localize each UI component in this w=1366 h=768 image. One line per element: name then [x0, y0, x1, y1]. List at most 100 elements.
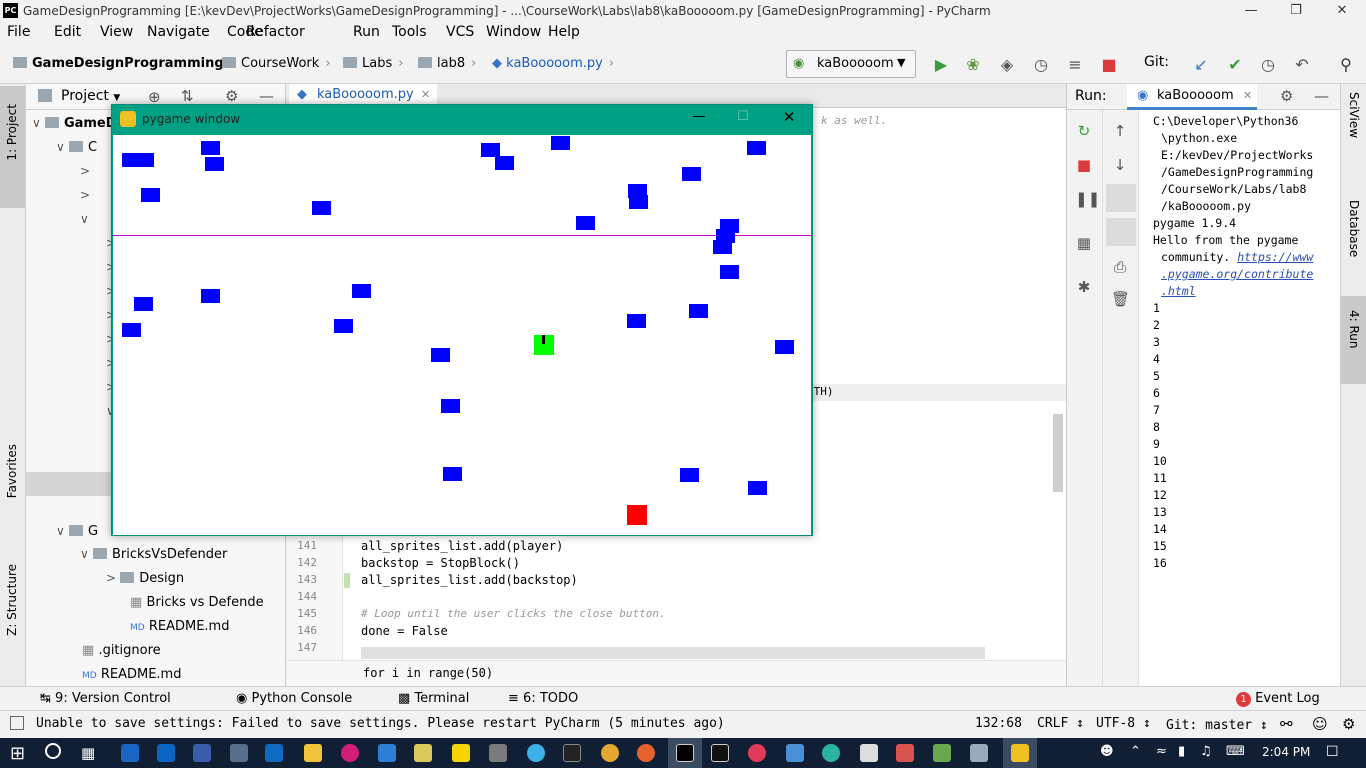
coverage-icon[interactable]: ◈	[998, 56, 1016, 74]
project-tool-tab[interactable]: 1: Project	[0, 86, 25, 208]
app-icon[interactable]	[193, 744, 211, 762]
hide-icon[interactable]: —	[1314, 87, 1329, 105]
git-rollback-icon[interactable]: ↶	[1293, 56, 1311, 74]
status-panel-icon[interactable]	[10, 716, 24, 730]
hide-icon[interactable]: —	[259, 87, 274, 105]
tree-item-readme-inner[interactable]: MD README.md	[130, 619, 229, 634]
tree-item-design[interactable]: > Design	[106, 571, 184, 586]
contribute-link[interactable]: https://www	[1237, 250, 1313, 264]
contribute-link[interactable]: .html	[1161, 284, 1196, 298]
menu-edit[interactable]: Edit	[54, 24, 81, 40]
calculator-icon[interactable]	[489, 744, 507, 762]
menu-tools[interactable]: Tools	[392, 24, 427, 40]
breadcrumb-coursework[interactable]: CourseWork ›	[222, 56, 331, 71]
menu-vcs[interactable]: VCS	[446, 24, 474, 40]
volume-icon[interactable]: ♫	[1200, 744, 1212, 759]
people-icon[interactable]: ☻	[1100, 744, 1114, 759]
run-configuration-select[interactable]: ◉ kaBooooom ▼	[786, 50, 916, 78]
pin-icon[interactable]: ✱	[1075, 278, 1093, 296]
pygame-close-button[interactable]: ✕	[774, 108, 804, 126]
restore-button[interactable]: ❐	[1273, 0, 1319, 22]
git-history-icon[interactable]: ◷	[1259, 56, 1277, 74]
outlook-icon[interactable]	[265, 744, 283, 762]
cmd-icon[interactable]	[563, 744, 581, 762]
app-icon[interactable]	[933, 744, 951, 762]
chevron-up-icon[interactable]: ⌃	[1130, 744, 1141, 759]
event-log-tab[interactable]: 1 Event Log	[1236, 691, 1320, 707]
gear-icon[interactable]: ⚙	[1280, 87, 1293, 105]
concurrency-icon[interactable]: ≡	[1066, 56, 1084, 74]
caret-position[interactable]: 132:68	[975, 716, 1022, 731]
git-commit-icon[interactable]: ✔	[1226, 56, 1244, 74]
menu-window[interactable]: Window	[486, 24, 541, 40]
pygame-minimize-button[interactable]: —	[684, 109, 714, 124]
scroll-to-end-icon[interactable]	[1106, 218, 1136, 246]
app-icon[interactable]	[121, 744, 139, 762]
run-tool-tab[interactable]: 4: Run	[1341, 296, 1366, 384]
contribute-link[interactable]: .pygame.org/contribute	[1161, 267, 1313, 281]
firefox-icon[interactable]	[637, 744, 655, 762]
git-update-icon[interactable]: ↙	[1192, 56, 1210, 74]
menu-file[interactable]: File	[7, 24, 30, 40]
breadcrumb-project[interactable]: GameDesignProgramming›	[13, 56, 235, 71]
gear-icon[interactable]: ⚙	[225, 87, 238, 105]
project-dropdown[interactable]: Project ▼	[61, 88, 120, 104]
python-console-tab[interactable]: ◉ Python Console	[236, 691, 352, 706]
breadcrumb-file[interactable]: ◆ kaBooooom.py ›	[492, 56, 614, 71]
pygame-window[interactable]: pygame window — ☐ ✕	[111, 104, 813, 536]
arrow-up-icon[interactable]: ↑	[1111, 122, 1129, 140]
tree-item-gamedev[interactable]: ∨ G	[56, 524, 98, 539]
sciview-tool-tab[interactable]: SciView	[1347, 92, 1361, 138]
tree-root[interactable]: ∨ GameD	[32, 116, 117, 131]
pygame-taskbar-item[interactable]	[1003, 738, 1037, 768]
minimize-button[interactable]: —	[1228, 0, 1274, 22]
pycharm-taskbar-item[interactable]	[668, 738, 702, 768]
windows-start-icon[interactable]: ⊞	[10, 743, 25, 764]
search-icon[interactable]: ⚲	[1337, 56, 1355, 74]
collapse-icon[interactable]: ⇅	[181, 87, 194, 105]
tree-collapse-arrow[interactable]: ∨	[80, 212, 89, 226]
file-encoding[interactable]: UTF-8 ↕	[1096, 716, 1151, 731]
database-tool-tab[interactable]: Database	[1347, 200, 1361, 257]
pygame-canvas[interactable]	[113, 135, 811, 535]
app-icon[interactable]	[414, 744, 432, 762]
tree-item-bricksvsdefender[interactable]: ∨ BricksVsDefender	[80, 547, 227, 562]
soft-wrap-icon[interactable]	[1106, 184, 1136, 212]
stop-icon[interactable]: ■	[1075, 156, 1093, 174]
structure-tool-tab[interactable]: Z: Structure	[5, 564, 19, 636]
stop-icon[interactable]: ■	[1100, 56, 1118, 74]
run-tab[interactable]: ◉ kaBooooom ✕	[1127, 84, 1257, 110]
app-icon[interactable]	[527, 744, 545, 762]
tree-item-bricks-file[interactable]: ▦ Bricks vs Defende	[130, 595, 264, 610]
rerun-icon[interactable]: ↻	[1075, 122, 1093, 140]
inspector-icon[interactable]: ☺	[1312, 715, 1328, 733]
terminal-tab[interactable]: ▩ Terminal	[398, 691, 469, 706]
menu-help[interactable]: Help	[548, 24, 580, 40]
app-icon[interactable]	[860, 744, 878, 762]
intellij-icon[interactable]	[711, 744, 729, 762]
status-message[interactable]: Unable to save settings: Failed to save …	[36, 716, 725, 731]
menu-refactor[interactable]: Refactor	[246, 24, 305, 40]
tree-item-gitignore[interactable]: ▦ .gitignore	[82, 643, 161, 658]
breadcrumb-labs[interactable]: Labs ›	[343, 56, 403, 71]
pause-icon[interactable]: ❚❚	[1075, 190, 1100, 208]
profile-icon[interactable]: ◷	[1032, 56, 1050, 74]
app-icon[interactable]	[822, 744, 840, 762]
menu-view[interactable]: View	[100, 24, 133, 40]
menu-run[interactable]: Run	[353, 24, 380, 40]
file-explorer-icon[interactable]	[304, 744, 322, 762]
close-tab-icon[interactable]: ✕	[1243, 89, 1252, 102]
notifications-icon[interactable]: ☐	[1326, 744, 1339, 760]
line-separator[interactable]: CRLF ↕	[1037, 716, 1084, 731]
breadcrumb-lab8[interactable]: lab8 ›	[418, 56, 476, 71]
tree-item-readme[interactable]: MD README.md	[82, 667, 181, 682]
pygame-maximize-button[interactable]: ☐	[728, 109, 758, 124]
tree-item-coursework[interactable]: ∨ C	[56, 140, 97, 155]
editor-scrollbar[interactable]	[1053, 414, 1063, 492]
arrow-down-icon[interactable]: ↓	[1111, 156, 1129, 174]
app-icon[interactable]	[748, 744, 766, 762]
print-icon[interactable]: ⎙	[1111, 258, 1129, 276]
horizontal-scrollbar[interactable]	[361, 647, 985, 659]
chrome-icon[interactable]	[601, 744, 619, 762]
battery-icon[interactable]: ▮	[1178, 744, 1185, 759]
